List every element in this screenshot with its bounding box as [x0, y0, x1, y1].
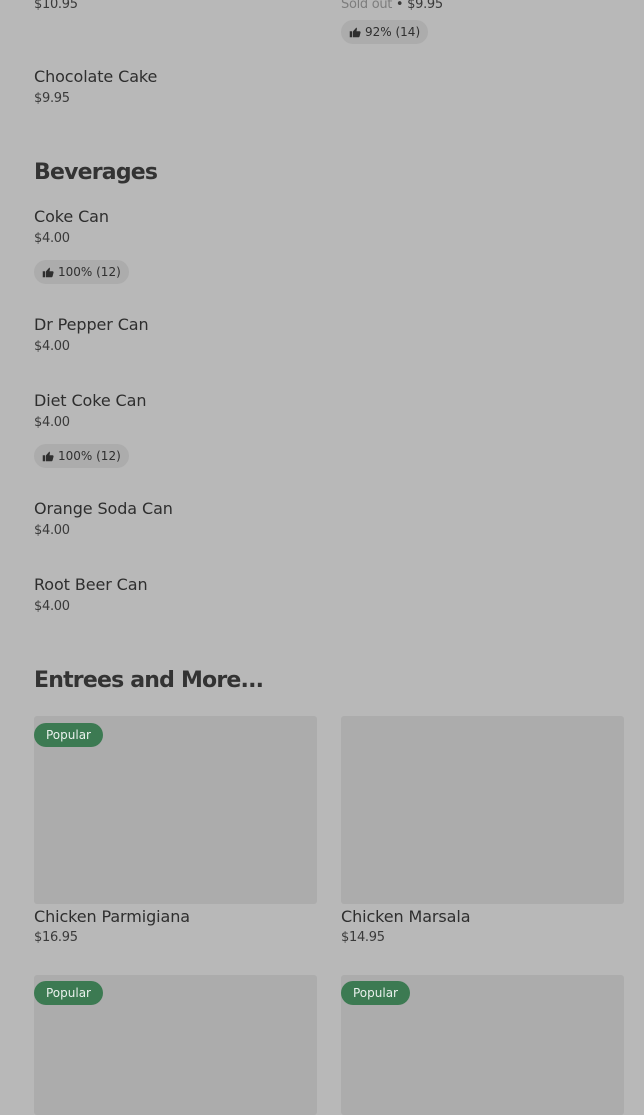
item-price: $4.00 [34, 339, 70, 354]
section-title-entrees: Entrees and More... [34, 668, 264, 693]
item-name: Orange Soda Can [34, 499, 173, 518]
rating-text: 100% (12) [58, 449, 121, 463]
item-name: Chicken Parmigiana [34, 907, 190, 926]
item-price: $16.95 [34, 930, 78, 945]
popular-badge: Popular [341, 981, 410, 1005]
rating-text: 92% (14) [365, 25, 421, 39]
menu-item[interactable]: Orange Soda Can $4.00 [34, 499, 173, 538]
item-price: $10.95 [34, 0, 78, 12]
item-price: $9.95 [407, 0, 443, 12]
thumbs-up-icon [42, 451, 54, 462]
menu-item[interactable]: Chicken Marsala $14.95 [341, 907, 471, 945]
menu-item[interactable]: Diet Coke Can $4.00 [34, 391, 146, 430]
popular-badge: Popular [34, 723, 103, 747]
menu-item[interactable]: Dr Pepper Can $4.00 [34, 315, 149, 354]
item-availability: Sold out • $9.95 [341, 0, 443, 12]
item-price: $14.95 [341, 930, 385, 945]
item-name: Coke Can [34, 207, 109, 226]
rating-text: 100% (12) [58, 265, 121, 279]
thumbs-up-icon [42, 267, 54, 278]
separator: • [392, 0, 408, 12]
item-price: $4.00 [34, 415, 70, 430]
menu-item[interactable]: Coke Can $4.00 [34, 207, 109, 246]
rating-badge: 92% (14) [341, 20, 429, 44]
item-price: $9.95 [34, 91, 70, 106]
item-price: $4.00 [34, 523, 70, 538]
menu-item[interactable]: Chocolate Cake $9.95 [34, 67, 157, 106]
popular-badge: Popular [34, 981, 103, 1005]
item-price: $4.00 [34, 599, 70, 614]
menu-item[interactable]: Root Beer Can $4.00 [34, 575, 148, 614]
item-name: Dr Pepper Can [34, 315, 149, 334]
thumbs-up-icon [349, 27, 361, 38]
item-price: $4.00 [34, 231, 70, 246]
rating-badge: 100% (12) [34, 260, 129, 284]
menu-item[interactable]: Chicken Parmigiana $16.95 [34, 907, 190, 945]
sold-out-label: Sold out [341, 0, 393, 12]
item-name: Root Beer Can [34, 575, 148, 594]
item-name: Diet Coke Can [34, 391, 147, 410]
item-name: Chocolate Cake [34, 67, 158, 86]
rating-badge: 100% (12) [34, 444, 129, 468]
item-image[interactable] [341, 716, 624, 904]
section-title-beverages: Beverages [34, 160, 158, 185]
item-name: Chicken Marsala [341, 907, 471, 926]
